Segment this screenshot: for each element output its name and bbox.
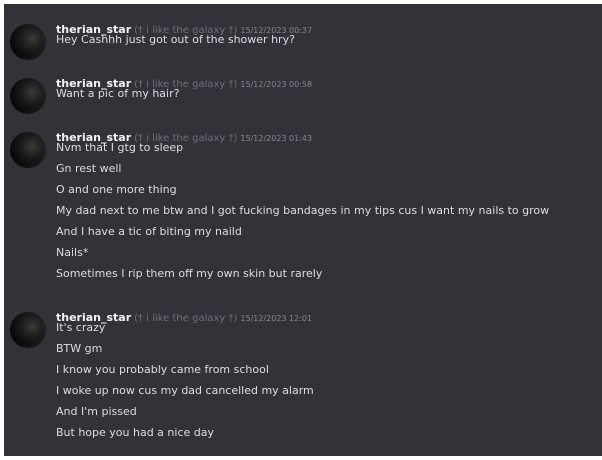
message-text: Want a pic of my hair? (56, 87, 180, 100)
avatar[interactable] (10, 312, 46, 348)
message-text: Hey Cashhh just got out of the shower hr… (56, 33, 295, 46)
message-text: And I have a tic of biting my naild (56, 225, 242, 238)
avatar[interactable] (10, 78, 46, 114)
user-tag: († i like the galaxy †) (134, 313, 238, 324)
message-text: Sometimes I rip them off my own skin but… (56, 267, 323, 280)
message-text: And I'm pissed (56, 405, 137, 418)
avatar[interactable] (10, 24, 46, 60)
message-text: I woke up now cus my dad cancelled my al… (56, 384, 314, 397)
message-text: Nails* (56, 246, 89, 259)
message-text: But hope you had a nice day (56, 426, 214, 439)
chat-message-list[interactable]: therian_star († i like the galaxy †) 15/12… (4, 4, 602, 456)
timestamp[interactable]: 15/12/2023 00:58 (240, 80, 312, 89)
message-text: Gn rest well (56, 162, 122, 175)
message-text: I know you probably came from school (56, 363, 269, 376)
avatar[interactable] (10, 132, 46, 168)
timestamp[interactable]: 15/12/2023 01:43 (240, 134, 312, 143)
message-text: My dad next to me btw and I got fucking … (56, 204, 550, 217)
message-text: BTW gm (56, 342, 103, 355)
timestamp[interactable]: 15/12/2023 12:01 (240, 314, 312, 323)
message-text: O and one more thing (56, 183, 177, 196)
message-text: Nvm that I gtg to sleep (56, 141, 184, 154)
message-text: It's crazy (56, 321, 106, 334)
